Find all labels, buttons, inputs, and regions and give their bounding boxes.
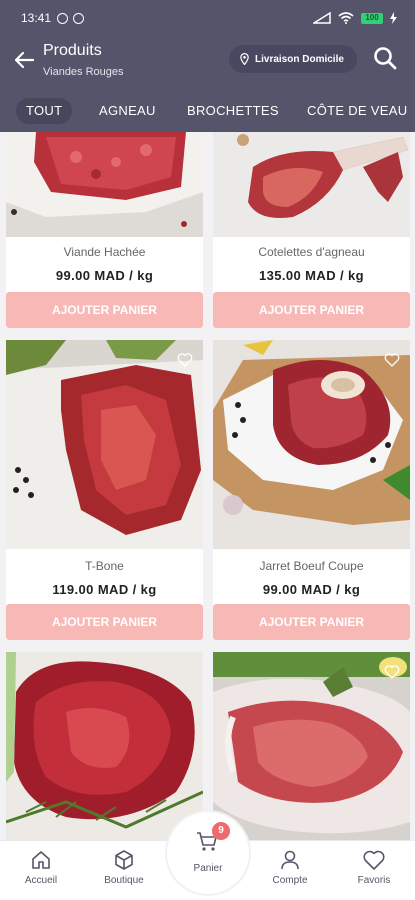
product-name: Viande Hachée bbox=[63, 245, 146, 259]
delivery-mode-label: Livraison Domicile bbox=[255, 53, 344, 65]
product-grid: Viande Hachée 99.00 MAD / kg AJOUTER PAN… bbox=[0, 132, 415, 840]
cart-count-badge: 9 bbox=[212, 822, 230, 840]
nav-compte[interactable]: Compte bbox=[255, 849, 325, 886]
tab-agneau[interactable]: AGNEAU bbox=[89, 98, 166, 124]
product-price: 135.00 MAD / kg bbox=[259, 268, 364, 283]
product-name: Jarret Boeuf Coupe bbox=[259, 559, 364, 573]
product-image bbox=[6, 340, 203, 549]
nav-compte-label: Compte bbox=[272, 875, 308, 886]
product-image bbox=[6, 132, 203, 237]
add-to-cart-button[interactable]: AJOUTER PANIER bbox=[213, 292, 410, 328]
product-card[interactable] bbox=[213, 652, 410, 840]
home-icon bbox=[32, 851, 50, 869]
cart-label: Panier bbox=[193, 863, 223, 874]
product-card[interactable] bbox=[6, 652, 203, 840]
product-name: T-Bone bbox=[85, 559, 124, 573]
product-image bbox=[6, 652, 203, 840]
nav-accueil-label: Accueil bbox=[24, 875, 58, 886]
category-tabs: TOUT AGNEAU BROCHETTES CÔTE DE VEAU bbox=[0, 97, 415, 125]
status-time: 13:41 bbox=[21, 11, 52, 25]
back-arrow-icon[interactable] bbox=[12, 48, 36, 72]
add-to-cart-button[interactable]: AJOUTER PANIER bbox=[6, 292, 203, 328]
app-header: 13:41 100 Produits Viandes Rouges Livrai… bbox=[0, 0, 415, 132]
search-icon[interactable] bbox=[372, 45, 398, 71]
product-price: 99.00 MAD / kg bbox=[262, 582, 361, 597]
product-price: 119.00 MAD / kg bbox=[52, 582, 157, 597]
favorite-heart-icon[interactable] bbox=[384, 664, 400, 680]
nav-favoris-label: Favoris bbox=[357, 875, 391, 886]
product-name: Cotelettes d'agneau bbox=[258, 245, 365, 259]
tab-cote-de-veau[interactable]: CÔTE DE VEAU bbox=[297, 98, 415, 124]
heart-icon bbox=[363, 850, 385, 870]
nav-accueil[interactable]: Accueil bbox=[6, 849, 76, 886]
battery-icon: 100 bbox=[361, 12, 383, 24]
user-icon bbox=[281, 850, 299, 870]
notification-icon bbox=[57, 12, 69, 24]
sync-icon bbox=[73, 12, 85, 24]
product-price: 99.00 MAD / kg bbox=[55, 268, 154, 283]
page-title: Produits bbox=[43, 42, 102, 59]
page-subtitle: Viandes Rouges bbox=[43, 66, 124, 78]
nav-boutique-label: Boutique bbox=[104, 875, 144, 886]
signal-icon bbox=[313, 12, 331, 24]
product-card[interactable]: Cotelettes d'agneau 135.00 MAD / kg AJOU… bbox=[213, 132, 410, 328]
nav-favoris[interactable]: Favoris bbox=[339, 849, 409, 886]
cart-button[interactable]: 9 Panier bbox=[167, 812, 249, 894]
wifi-icon bbox=[338, 12, 354, 24]
charging-icon bbox=[390, 12, 397, 24]
add-to-cart-button[interactable]: AJOUTER PANIER bbox=[6, 604, 203, 640]
location-pin-icon bbox=[240, 53, 249, 65]
product-image bbox=[213, 132, 410, 237]
box-icon bbox=[115, 850, 133, 870]
status-bar: 13:41 100 bbox=[21, 8, 397, 28]
product-image bbox=[213, 340, 410, 549]
product-image bbox=[213, 652, 410, 840]
product-card[interactable]: T-Bone 119.00 MAD / kg AJOUTER PANIER bbox=[6, 340, 203, 640]
tab-tout[interactable]: TOUT bbox=[16, 98, 73, 124]
nav-boutique[interactable]: Boutique bbox=[89, 849, 159, 886]
favorite-heart-icon[interactable] bbox=[384, 352, 400, 368]
favorite-heart-icon[interactable] bbox=[177, 352, 193, 368]
tab-brochettes[interactable]: BROCHETTES bbox=[177, 98, 289, 124]
product-card[interactable]: Viande Hachée 99.00 MAD / kg AJOUTER PAN… bbox=[6, 132, 203, 328]
delivery-mode-button[interactable]: Livraison Domicile bbox=[229, 45, 357, 73]
product-card[interactable]: Jarret Boeuf Coupe 99.00 MAD / kg AJOUTE… bbox=[213, 340, 410, 640]
add-to-cart-button[interactable]: AJOUTER PANIER bbox=[213, 604, 410, 640]
